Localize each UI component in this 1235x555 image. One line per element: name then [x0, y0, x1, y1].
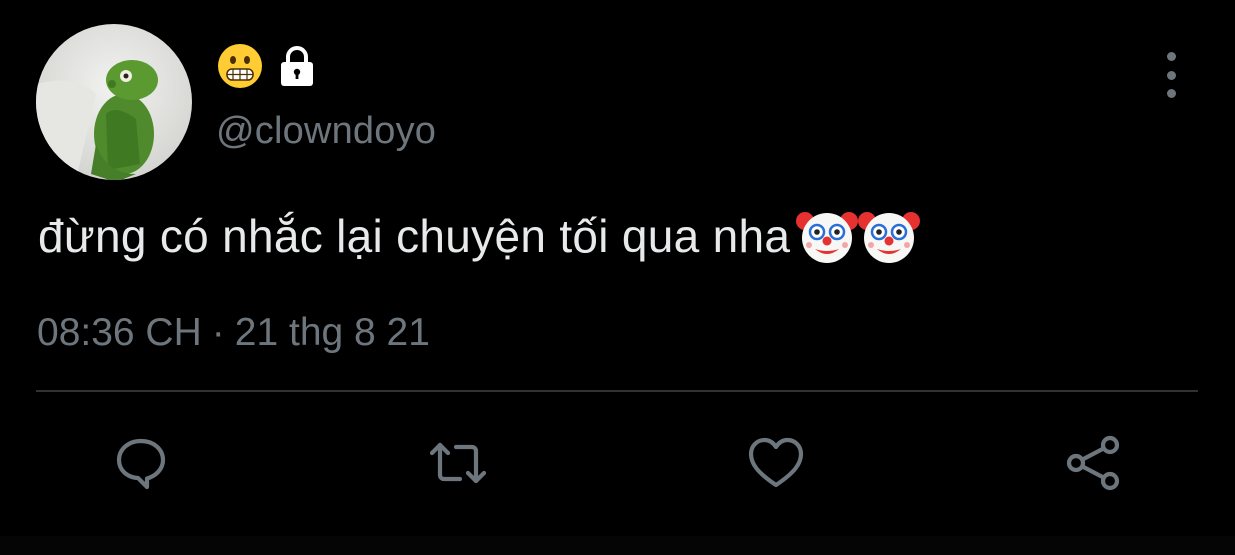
grimacing-face-emoji-icon: [216, 42, 264, 90]
tweet-card: @clowndoyo đừng có nhắc lại chuyện tối q…: [0, 0, 1235, 555]
lock-icon: [274, 43, 320, 89]
tweet-date: 21 thg 8 21: [234, 311, 430, 354]
retweet-icon: [429, 442, 487, 484]
heart-icon: [748, 437, 804, 488]
reply-button[interactable]: [108, 430, 174, 496]
tweet-time: 08:36 CH: [37, 311, 202, 354]
like-button[interactable]: [743, 430, 809, 496]
share-button[interactable]: [1061, 430, 1127, 496]
retweet-button[interactable]: [425, 430, 491, 496]
more-options-button[interactable]: [1150, 52, 1192, 98]
tweet-actions: [0, 430, 1235, 500]
more-dot-icon: [1166, 52, 1176, 61]
tweet-timestamp[interactable]: 08:36 CH · 21 thg 8 21: [37, 311, 430, 355]
more-dot-icon: [1166, 70, 1176, 80]
divider: [36, 390, 1198, 392]
bottom-edge: [0, 536, 1235, 555]
avatar-image: [36, 24, 192, 180]
clown-face-emoji-icon: [858, 205, 921, 267]
display-name-row: [216, 42, 320, 90]
more-dot-icon: [1166, 89, 1176, 98]
user-handle[interactable]: @clowndoyo: [216, 110, 436, 153]
tweet-text: đừng có nhắc lại chuyện tối qua nha: [38, 210, 791, 262]
meta-separator: ·: [211, 311, 225, 354]
share-icon: [1066, 435, 1120, 491]
comment-icon: [116, 438, 166, 490]
tweet-body: đừng có nhắc lại chuyện tối qua nha: [38, 205, 921, 267]
avatar[interactable]: [36, 24, 192, 180]
clown-face-emoji-icon: [796, 205, 859, 267]
